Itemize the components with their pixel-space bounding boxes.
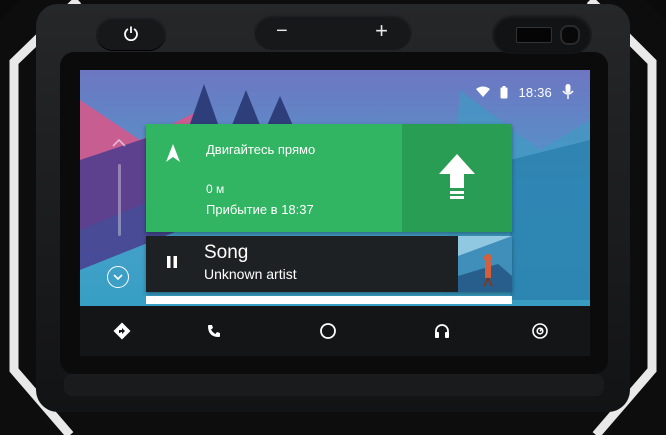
volume-down-button[interactable]: − bbox=[276, 20, 288, 43]
android-auto-screen: 18:36 Двигайтесь прямо 0 м Прибытие в 18… bbox=[80, 70, 590, 356]
scroll-down-button[interactable] bbox=[107, 266, 129, 288]
card-scroll-rail bbox=[80, 114, 144, 300]
nav-button-navigation[interactable] bbox=[108, 317, 136, 345]
home-circle-icon bbox=[320, 323, 336, 339]
song-artist: Unknown artist bbox=[204, 266, 297, 282]
nav-button-phone[interactable] bbox=[200, 317, 228, 345]
exit-icon bbox=[532, 323, 548, 339]
navigation-details[interactable]: Двигайтесь прямо 0 м Прибытие в 18:37 bbox=[146, 124, 402, 232]
power-icon bbox=[124, 26, 138, 41]
maneuver-panel[interactable] bbox=[402, 124, 512, 232]
navigation-arrow-icon bbox=[166, 144, 180, 162]
media-card[interactable]: Song Unknown artist bbox=[146, 236, 512, 292]
status-bar: 18:36 bbox=[370, 70, 590, 114]
power-button[interactable] bbox=[96, 16, 166, 50]
album-art bbox=[458, 236, 512, 292]
usb-port bbox=[492, 14, 592, 54]
nav-button-audio[interactable] bbox=[428, 317, 456, 345]
chevron-up-icon[interactable] bbox=[112, 138, 126, 147]
mic-icon[interactable] bbox=[562, 84, 574, 100]
chevron-down-icon bbox=[113, 273, 123, 280]
usb-slot bbox=[516, 27, 552, 43]
directions-icon bbox=[113, 322, 131, 340]
wifi-icon bbox=[476, 86, 491, 97]
scroll-indicator[interactable] bbox=[118, 164, 121, 236]
pause-icon[interactable] bbox=[166, 255, 178, 269]
next-card-peek[interactable] bbox=[146, 296, 512, 304]
volume-rocker[interactable]: − + bbox=[254, 14, 412, 50]
nav-instruction: Двигайтесь прямо bbox=[206, 142, 316, 157]
nav-button-exit[interactable] bbox=[526, 317, 554, 345]
bottom-navigation-bar bbox=[80, 306, 590, 356]
nav-distance: 0 м bbox=[206, 182, 225, 196]
straight-arrow-icon bbox=[439, 154, 475, 199]
phone-icon bbox=[208, 325, 220, 337]
clock: 18:36 bbox=[518, 84, 552, 100]
navigation-card[interactable]: Двигайтесь прямо 0 м Прибытие в 18:37 bbox=[146, 124, 512, 232]
battery-icon bbox=[500, 85, 508, 98]
nav-arrival-time: Прибытие в 18:37 bbox=[206, 202, 314, 217]
song-title: Song bbox=[204, 242, 249, 263]
headphones-icon bbox=[435, 324, 449, 338]
nav-button-home[interactable] bbox=[314, 317, 342, 345]
volume-up-button[interactable]: + bbox=[375, 18, 388, 44]
aux-jack bbox=[560, 25, 580, 45]
